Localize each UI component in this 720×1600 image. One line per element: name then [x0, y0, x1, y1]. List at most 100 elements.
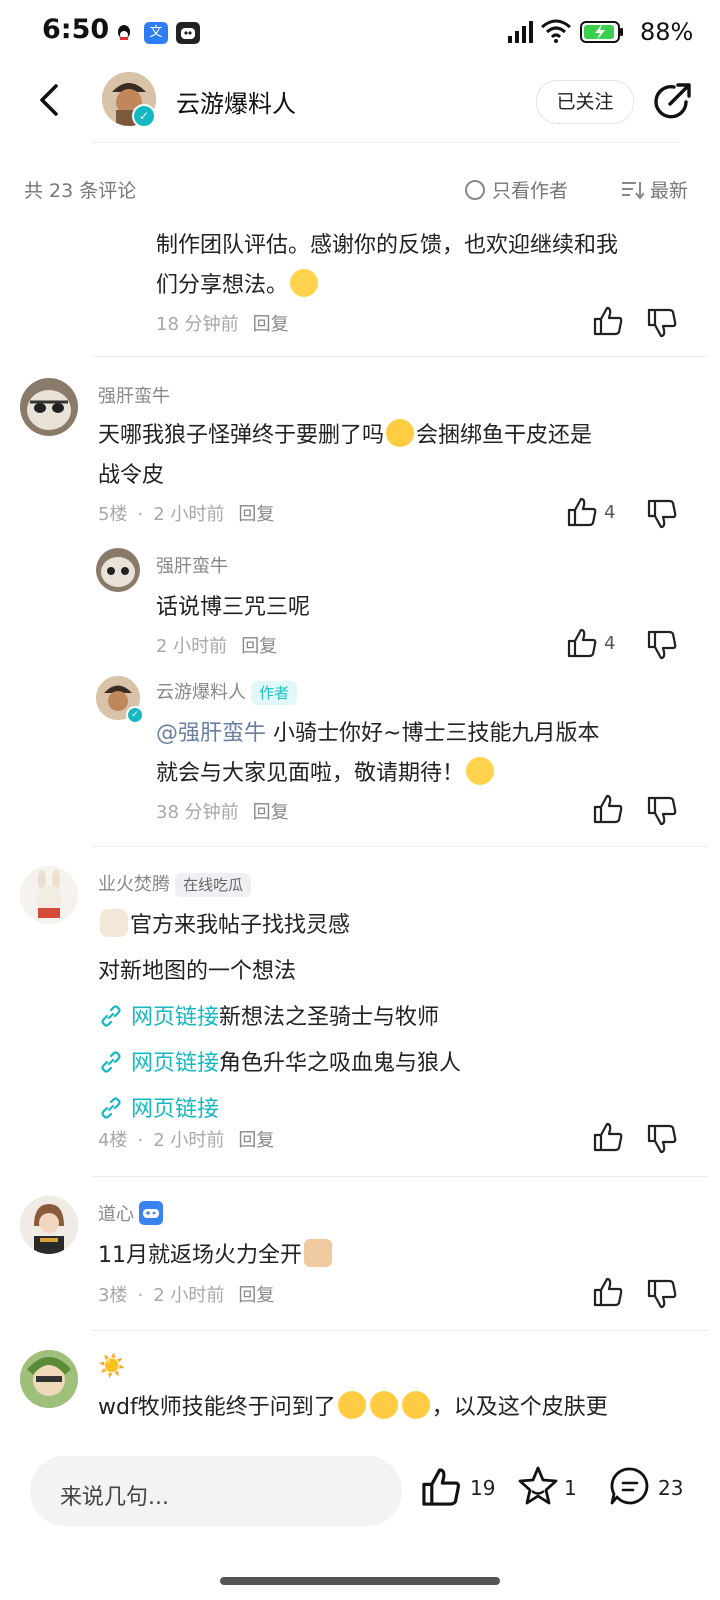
radio-circle-icon[interactable] [464, 179, 486, 201]
signal-icon [508, 21, 533, 43]
web-link[interactable]: 网页链接 [131, 1097, 219, 1122]
link-chain-icon [101, 1097, 121, 1119]
reply-line: 小骑士你好~博士三技能九月版本 [273, 721, 600, 746]
user-avatar[interactable] [20, 1350, 78, 1408]
back-arrow-icon[interactable] [30, 80, 70, 120]
comment-line: 们分享想法。 [156, 273, 289, 298]
crying-emoji-icon [369, 1391, 398, 1419]
sort-selector[interactable]: 最新 [620, 176, 688, 203]
header-divider [92, 142, 680, 143]
web-link[interactable]: 网页链接 [131, 1051, 219, 1076]
sort-label: 最新 [650, 180, 689, 202]
user-avatar[interactable] [96, 548, 140, 592]
comment-line: 会捆绑鱼干皮还是 [416, 423, 593, 448]
username[interactable]: 云游爆料人 [156, 682, 246, 703]
username[interactable]: 强肝蛮牛 [156, 552, 228, 578]
thumbs-up-icon[interactable] [592, 305, 624, 337]
user-tag: 在线吃瓜 [175, 873, 252, 897]
thumbs-down-icon[interactable] [646, 629, 678, 661]
username[interactable]: 业火焚腾 [98, 874, 170, 895]
username-sun[interactable]: ☀️ [98, 1354, 125, 1379]
comment-text: 11月就返场火力全开 [98, 1236, 334, 1276]
reply-button[interactable]: 回复 [253, 802, 289, 823]
home-indicator[interactable] [220, 1577, 500, 1585]
floor-number: 3楼 [98, 1285, 128, 1306]
comment-line: 天哪我狼子怪弹终于要删了吗 [98, 423, 385, 448]
reply-button[interactable]: 回复 [241, 636, 277, 657]
thumbs-up-icon[interactable] [566, 627, 598, 659]
verified-badge-icon: ✓ [126, 706, 144, 724]
gamepad-badge-icon [139, 1201, 164, 1225]
reply-button[interactable]: 回复 [238, 1130, 274, 1151]
smile-blush-emoji-icon [290, 269, 319, 297]
thumbs-up-icon[interactable] [592, 1121, 624, 1153]
comment-meta: 18 分钟前 回复 [156, 310, 289, 336]
reply-meta: 2 小时前 回复 [156, 632, 277, 658]
mention-link[interactable]: @强肝蛮牛 [156, 721, 266, 746]
web-link-row[interactable]: 网页链接角色升华之吸血鬼与狼人 [98, 1044, 698, 1084]
wifi-icon [541, 19, 571, 43]
comment-divider [92, 1176, 708, 1177]
like-count: 4 [604, 633, 616, 654]
username[interactable]: 强肝蛮牛 [98, 382, 170, 408]
user-row: 业火焚腾 在线吃瓜 [98, 870, 252, 897]
thumbs-up-emoji-icon [304, 1239, 332, 1267]
comment-time: 2 小时前 [153, 1285, 225, 1306]
thumbs-up-icon[interactable] [592, 1276, 624, 1308]
author-name[interactable]: 云游爆料人 [176, 84, 296, 119]
qq-icon [112, 22, 136, 44]
follow-button[interactable]: 已关注 [536, 80, 634, 124]
reply-button[interactable]: 回复 [253, 314, 289, 335]
user-avatar[interactable] [20, 1196, 78, 1254]
comment-line: 官方来我帖子找找灵感 [130, 913, 351, 938]
thumbs-up-icon[interactable] [592, 793, 624, 825]
username[interactable]: 道心 [98, 1204, 134, 1225]
link-chain-icon [101, 1005, 121, 1027]
user-avatar[interactable] [20, 378, 78, 436]
web-link[interactable]: 网页链接 [131, 1005, 219, 1030]
verified-badge-icon: ✓ [132, 104, 156, 128]
user-avatar[interactable] [20, 866, 78, 924]
comment-line: ，以及这个皮肤更 [431, 1395, 608, 1420]
post-like-count: 19 [470, 1476, 496, 1500]
post-like-icon[interactable] [420, 1466, 462, 1508]
thumbs-down-icon[interactable] [646, 1123, 678, 1155]
thumbs-down-icon[interactable] [646, 1278, 678, 1310]
comment-time: 2 小时前 [153, 1130, 225, 1151]
comment-time: 18 分钟前 [156, 314, 239, 335]
user-row: 道心 [98, 1200, 164, 1226]
comment-bubble-icon[interactable] [608, 1464, 652, 1508]
floor-number: 5楼 [98, 504, 128, 525]
sort-lines-icon [622, 182, 645, 200]
comment-text: 天哪我狼子怪弹终于要删了吗 会捆绑鱼干皮还是 战令皮 [98, 416, 698, 496]
thumbs-up-icon[interactable] [566, 496, 598, 528]
reply-user-row: 云游爆料人 作者 [156, 678, 298, 705]
favorite-star-icon[interactable] [516, 1464, 560, 1508]
thumbs-down-icon[interactable] [646, 307, 678, 339]
author-only-label: 只看作者 [492, 180, 569, 202]
cat-face-emoji-icon [100, 909, 128, 937]
share-icon[interactable] [652, 80, 694, 122]
battery-icon [580, 21, 623, 43]
thumbs-down-icon[interactable] [646, 498, 678, 530]
comment-meta: 4楼 · 2 小时前 回复 [98, 1130, 275, 1151]
comment-input-placeholder[interactable]: 来说几句... [60, 1479, 169, 1511]
comment-count-label: 共 23 条评论 [24, 180, 137, 202]
comment-line: 战令皮 [98, 463, 165, 488]
post-comment-count: 23 [658, 1476, 684, 1500]
thumbs-down-icon[interactable] [646, 795, 678, 827]
comment-meta: 3楼 · 2 小时前 回复 [98, 1285, 275, 1306]
floor-number: 4楼 [98, 1130, 128, 1151]
reply-line: 就会与大家见面啦，敬请期待！ [156, 761, 465, 786]
robot-icon [176, 22, 200, 44]
reply-text: 话说博三咒三呢 [156, 595, 311, 620]
web-link-row[interactable]: 网页链接新想法之圣骑士与牧师 [98, 998, 698, 1038]
like-count: 4 [604, 502, 616, 523]
link-title: 新想法之圣骑士与牧师 [219, 1005, 440, 1030]
reply-button[interactable]: 回复 [238, 1285, 274, 1306]
reply-button[interactable]: 回复 [238, 504, 274, 525]
link-title: 角色升华之吸血鬼与狼人 [219, 1051, 462, 1076]
reply-time: 38 分钟前 [156, 802, 239, 823]
author-only-toggle[interactable]: 只看作者 [464, 176, 568, 203]
reply-meta: 38 分钟前 回复 [156, 798, 289, 824]
